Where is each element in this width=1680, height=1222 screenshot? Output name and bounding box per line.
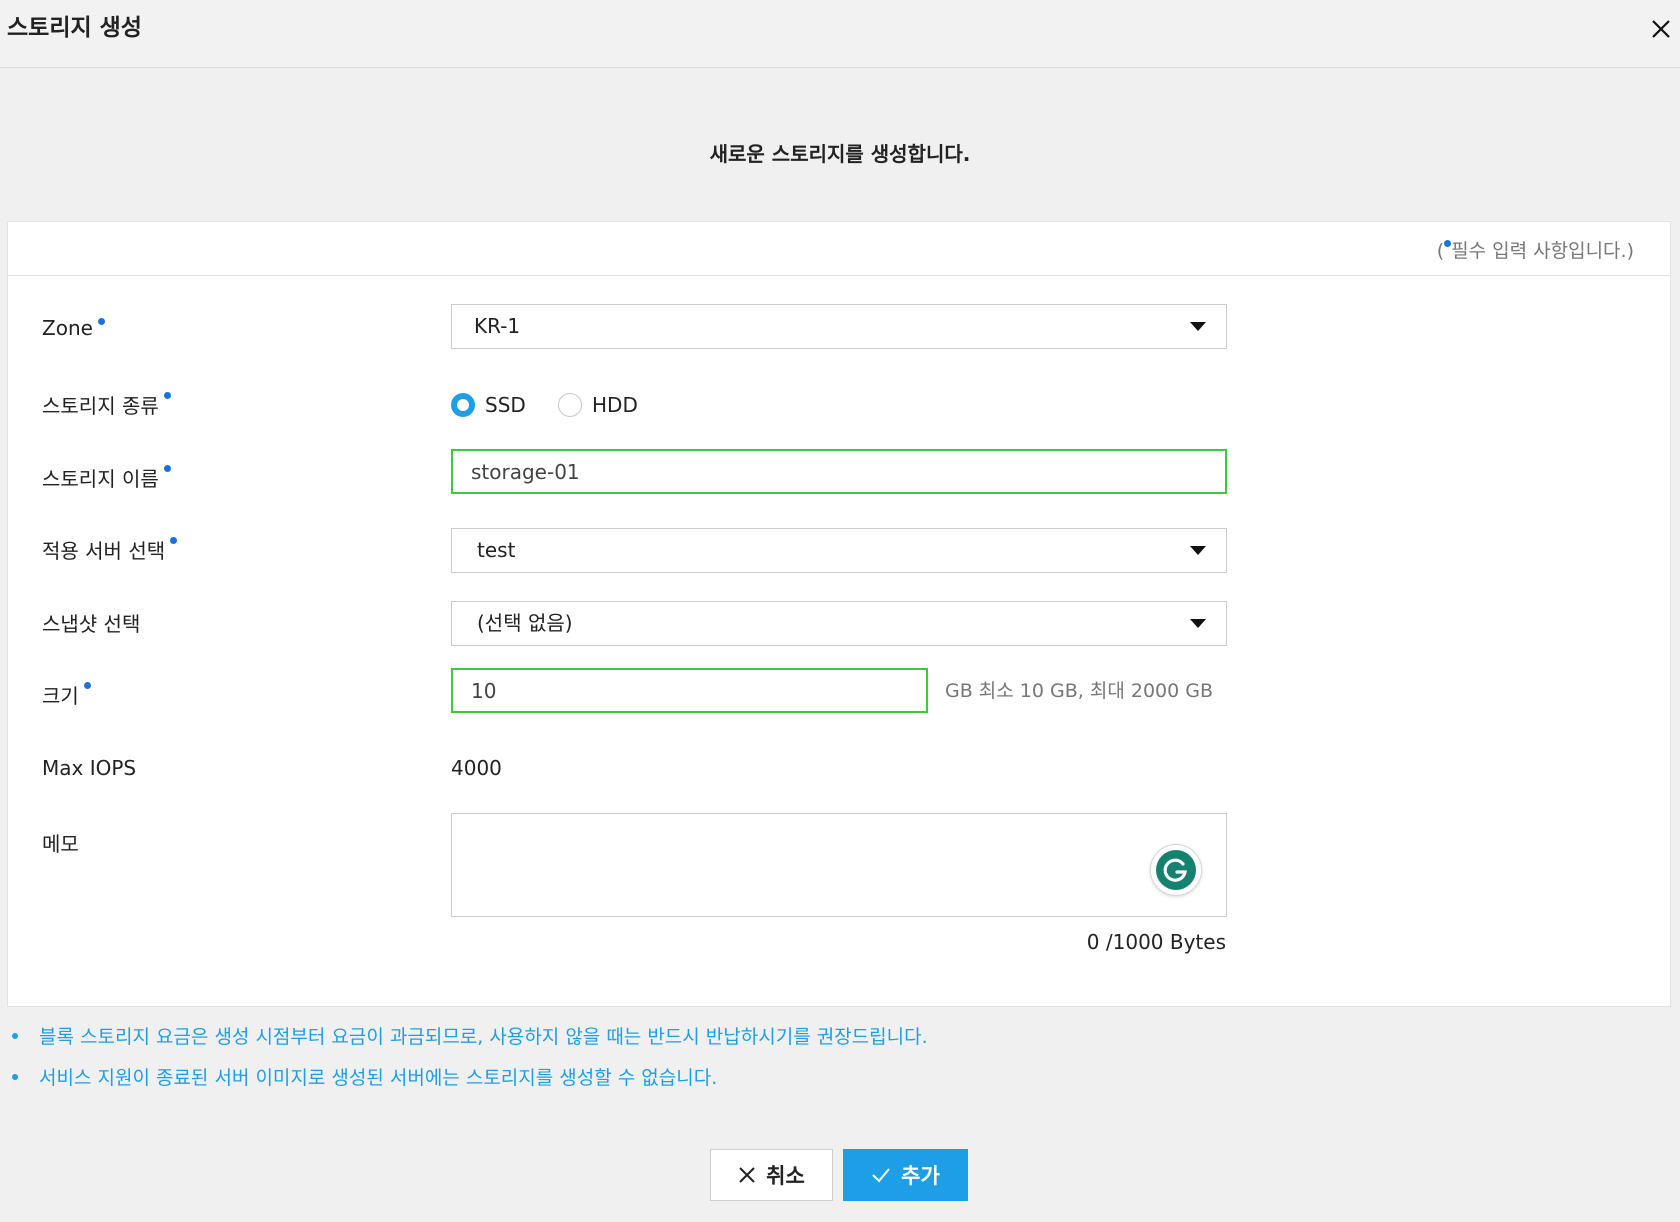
size-hint: GB 최소 10 GB, 최대 2000 GB bbox=[945, 680, 1214, 702]
required-dot-icon bbox=[163, 392, 171, 399]
size-label: 크기 bbox=[42, 680, 91, 709]
bullet-icon bbox=[12, 1032, 18, 1039]
note-item: 블록 스토리지 요금은 생성 시점부터 요금이 과금되므로, 사용하지 않을 때… bbox=[12, 1022, 928, 1049]
snapshot-label: 스냅샷 선택 bbox=[42, 612, 141, 636]
required-dot-icon bbox=[163, 465, 171, 472]
dialog-subtitle: 새로운 스토리지를 생성합니다. bbox=[709, 142, 971, 166]
chevron-down-icon bbox=[1190, 619, 1206, 628]
add-button[interactable]: 추가 bbox=[843, 1149, 968, 1201]
dialog-header: 스토리지 생성 bbox=[0, 0, 1680, 68]
chevron-down-icon bbox=[1190, 322, 1206, 331]
chevron-down-icon bbox=[1190, 546, 1206, 555]
note-item: 서비스 지원이 종료된 서버 이미지로 생성된 서버에는 스토리지를 생성할 수… bbox=[12, 1063, 717, 1090]
server-select[interactable]: test bbox=[451, 528, 1227, 573]
memo-textarea[interactable] bbox=[451, 813, 1227, 917]
bullet-icon bbox=[12, 1073, 18, 1080]
radio-checked-icon bbox=[451, 393, 475, 417]
dialog-title: 스토리지 생성 bbox=[7, 15, 142, 41]
storage-name-input[interactable] bbox=[451, 449, 1227, 494]
snapshot-select[interactable]: (선택 없음) bbox=[451, 601, 1227, 646]
form-panel: (필수 입력 사항입니다.) Zone KR-1 스토리지 종류 SSD HDD… bbox=[7, 221, 1671, 1007]
storage-type-label: 스토리지 종류 bbox=[42, 390, 171, 419]
zone-label: Zone bbox=[42, 316, 105, 340]
grammarly-g-icon bbox=[1163, 858, 1187, 882]
close-icon bbox=[739, 1167, 755, 1183]
zone-select-value: KR-1 bbox=[474, 314, 521, 338]
memo-label: 메모 bbox=[42, 832, 79, 856]
required-dot-icon bbox=[97, 318, 105, 325]
check-icon bbox=[872, 1168, 890, 1183]
divider bbox=[8, 275, 1670, 276]
cancel-button[interactable]: 취소 bbox=[710, 1149, 833, 1201]
max-iops-label: Max IOPS bbox=[42, 756, 137, 780]
required-dot-icon bbox=[83, 682, 91, 689]
required-note: (필수 입력 사항입니다.) bbox=[1436, 240, 1634, 262]
server-label: 적용 서버 선택 bbox=[42, 535, 178, 564]
grammarly-button[interactable] bbox=[1150, 844, 1202, 896]
storage-name-label: 스토리지 이름 bbox=[42, 463, 171, 492]
grammarly-icon bbox=[1156, 850, 1196, 890]
snapshot-select-value: (선택 없음) bbox=[477, 611, 573, 635]
zone-select[interactable]: KR-1 bbox=[451, 304, 1227, 349]
close-icon bbox=[1652, 20, 1670, 38]
memo-byte-count: 0 /1000 Bytes bbox=[1086, 930, 1226, 954]
server-select-value: test bbox=[477, 538, 516, 562]
max-iops-value: 4000 bbox=[451, 756, 502, 780]
close-button[interactable] bbox=[1646, 14, 1676, 44]
size-input[interactable] bbox=[451, 668, 928, 713]
required-dot-icon bbox=[170, 537, 178, 544]
radio-unchecked-icon bbox=[558, 393, 582, 417]
